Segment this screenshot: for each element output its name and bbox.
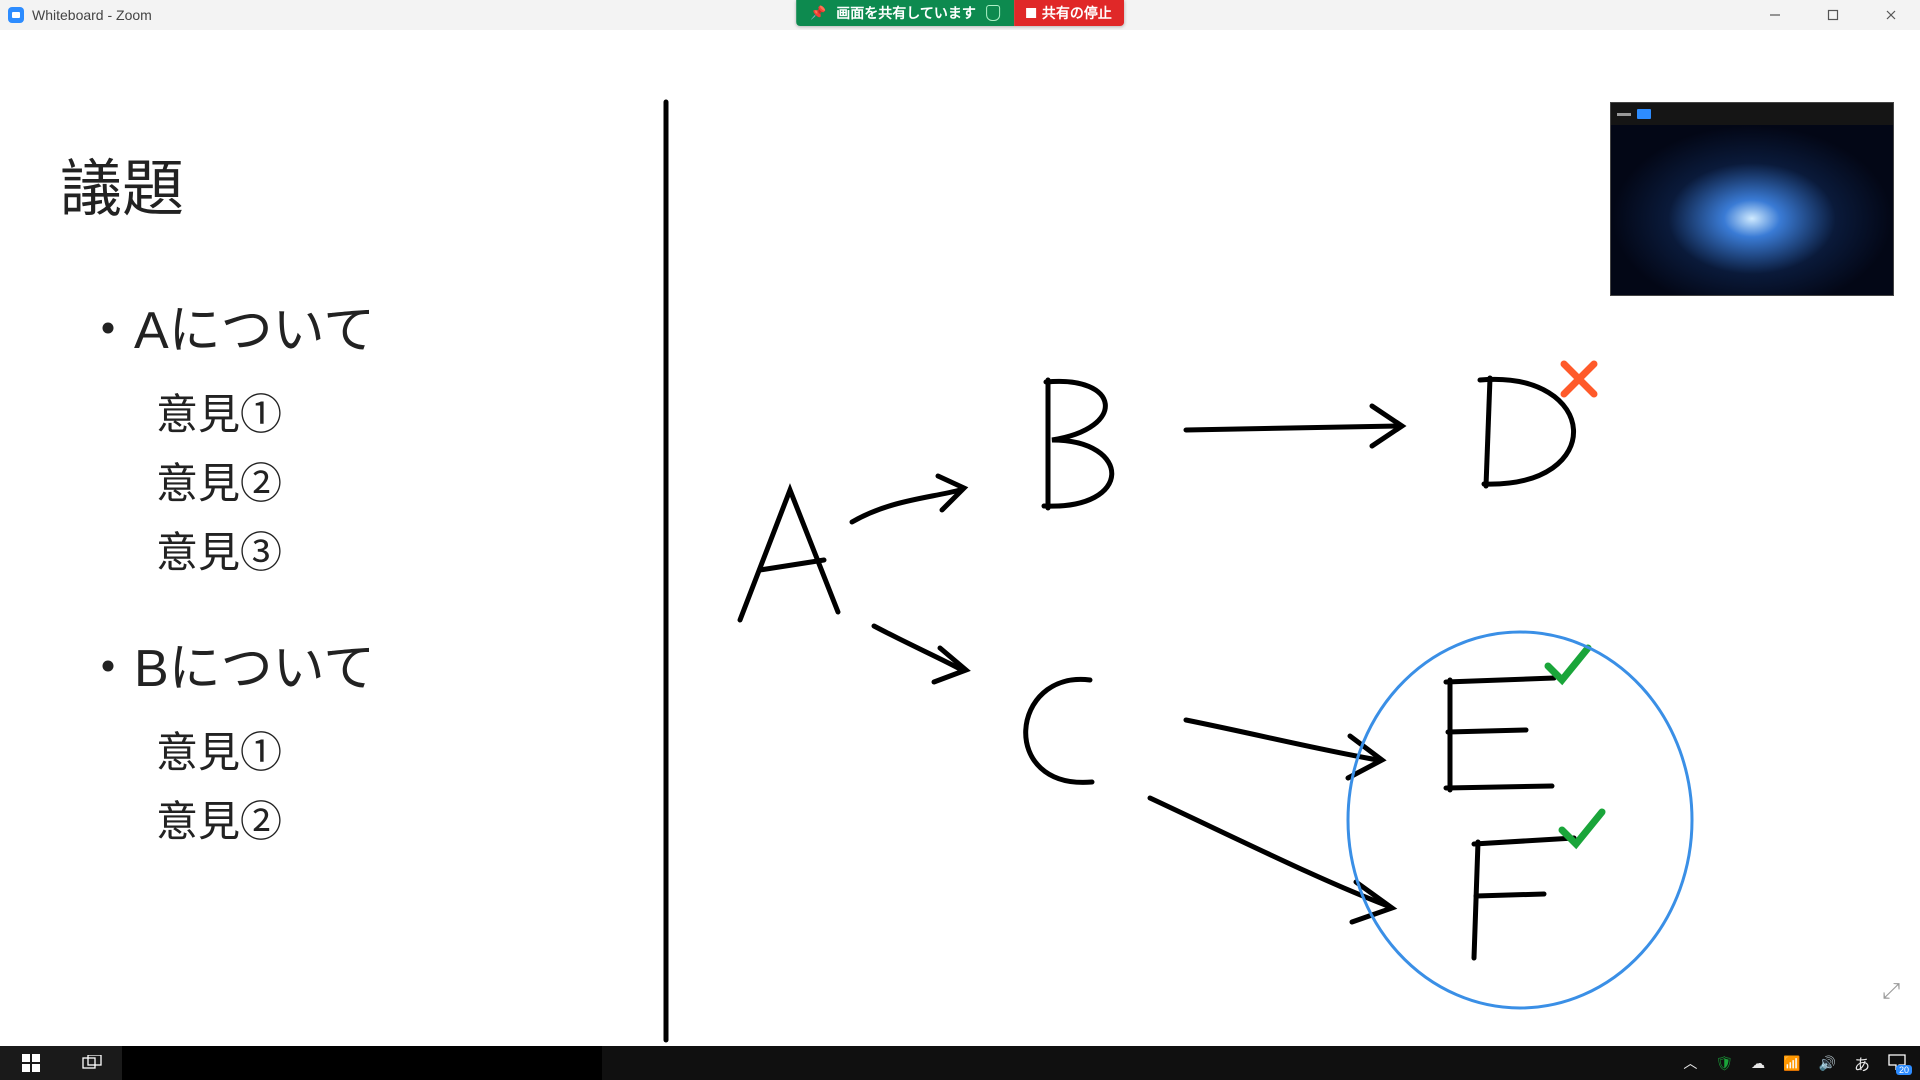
- zoom-app-icon: [8, 7, 24, 23]
- onedrive-icon[interactable]: ☁: [1751, 1055, 1765, 1072]
- screen-share-banner: 📌 画面を共有しています 共有の停止: [796, 0, 1124, 26]
- stop-icon: [1026, 8, 1036, 18]
- window-title: Whiteboard - Zoom: [32, 7, 152, 23]
- arrow-c-f: [1150, 798, 1392, 922]
- circle-annotation: [1348, 632, 1692, 1008]
- node-c: [1026, 679, 1092, 782]
- shield-icon: [986, 5, 1000, 21]
- agenda-topic-b: ・Bについて: [82, 626, 375, 701]
- camera-video-feed: [1611, 125, 1893, 295]
- node-a: [740, 490, 838, 620]
- arrow-a-b: [852, 476, 964, 522]
- action-center-icon[interactable]: 20: [1888, 1054, 1906, 1073]
- node-b: [1044, 380, 1112, 508]
- agenda-topic-a: ・Aについて: [82, 288, 375, 363]
- agenda-opinion: 意見①: [156, 381, 375, 442]
- agenda-text-block[interactable]: 議題 ・Aについて 意見① 意見② 意見③ ・Bについて 意見① 意見②: [60, 138, 375, 857]
- arrow-a-c: [874, 626, 966, 682]
- expand-icon[interactable]: ⤢: [1882, 978, 1900, 1004]
- node-e: [1446, 678, 1554, 790]
- agenda-title: 議題: [60, 138, 375, 228]
- stamp-check-icon: [1562, 812, 1602, 844]
- share-status-text: 画面を共有しています: [836, 3, 976, 23]
- camera-minimize-icon[interactable]: [1617, 113, 1631, 116]
- taskbar-running-apps[interactable]: [122, 1046, 602, 1080]
- agenda-opinion: 意見②: [156, 788, 375, 849]
- camera-preview-panel[interactable]: [1610, 102, 1894, 296]
- tray-overflow-icon[interactable]: ︿: [1683, 1053, 1697, 1073]
- task-view-button[interactable]: [62, 1046, 122, 1080]
- system-tray: ︿ 🛡 ☁ 📶 🔊 あ 20: [1669, 1051, 1920, 1075]
- whiteboard-canvas[interactable]: 議題 ・Aについて 意見① 意見② 意見③ ・Bについて 意見① 意見②: [0, 30, 1920, 1046]
- stop-share-button[interactable]: 共有の停止: [1014, 0, 1124, 26]
- arrow-c-e: [1186, 720, 1382, 778]
- start-button[interactable]: [0, 1046, 62, 1080]
- node-d: [1480, 378, 1574, 486]
- ime-indicator[interactable]: あ: [1854, 1051, 1870, 1075]
- window-minimize-button[interactable]: [1746, 0, 1804, 30]
- stamp-x-icon: [1564, 364, 1594, 394]
- camera-view-icon[interactable]: [1637, 109, 1651, 119]
- windows-taskbar: ︿ 🛡 ☁ 📶 🔊 あ 20: [0, 1046, 1920, 1080]
- agenda-opinion: 意見③: [156, 519, 375, 580]
- share-status[interactable]: 📌 画面を共有しています: [796, 0, 1014, 26]
- arrow-b-d: [1186, 406, 1402, 446]
- pin-icon: 📌: [810, 5, 826, 21]
- stop-share-label: 共有の停止: [1042, 3, 1112, 23]
- notification-count-badge: 20: [1896, 1065, 1912, 1075]
- volume-icon[interactable]: 🔊: [1819, 1055, 1836, 1072]
- agenda-opinion: 意見②: [156, 450, 375, 511]
- security-icon[interactable]: 🛡: [1715, 1055, 1733, 1072]
- wifi-icon[interactable]: 📶: [1783, 1055, 1800, 1072]
- window-close-button[interactable]: [1862, 0, 1920, 30]
- agenda-opinion: 意見①: [156, 719, 375, 780]
- stamp-check-icon: [1548, 648, 1588, 680]
- window-maximize-button[interactable]: [1804, 0, 1862, 30]
- node-f: [1474, 838, 1574, 958]
- camera-preview-header[interactable]: [1611, 103, 1893, 125]
